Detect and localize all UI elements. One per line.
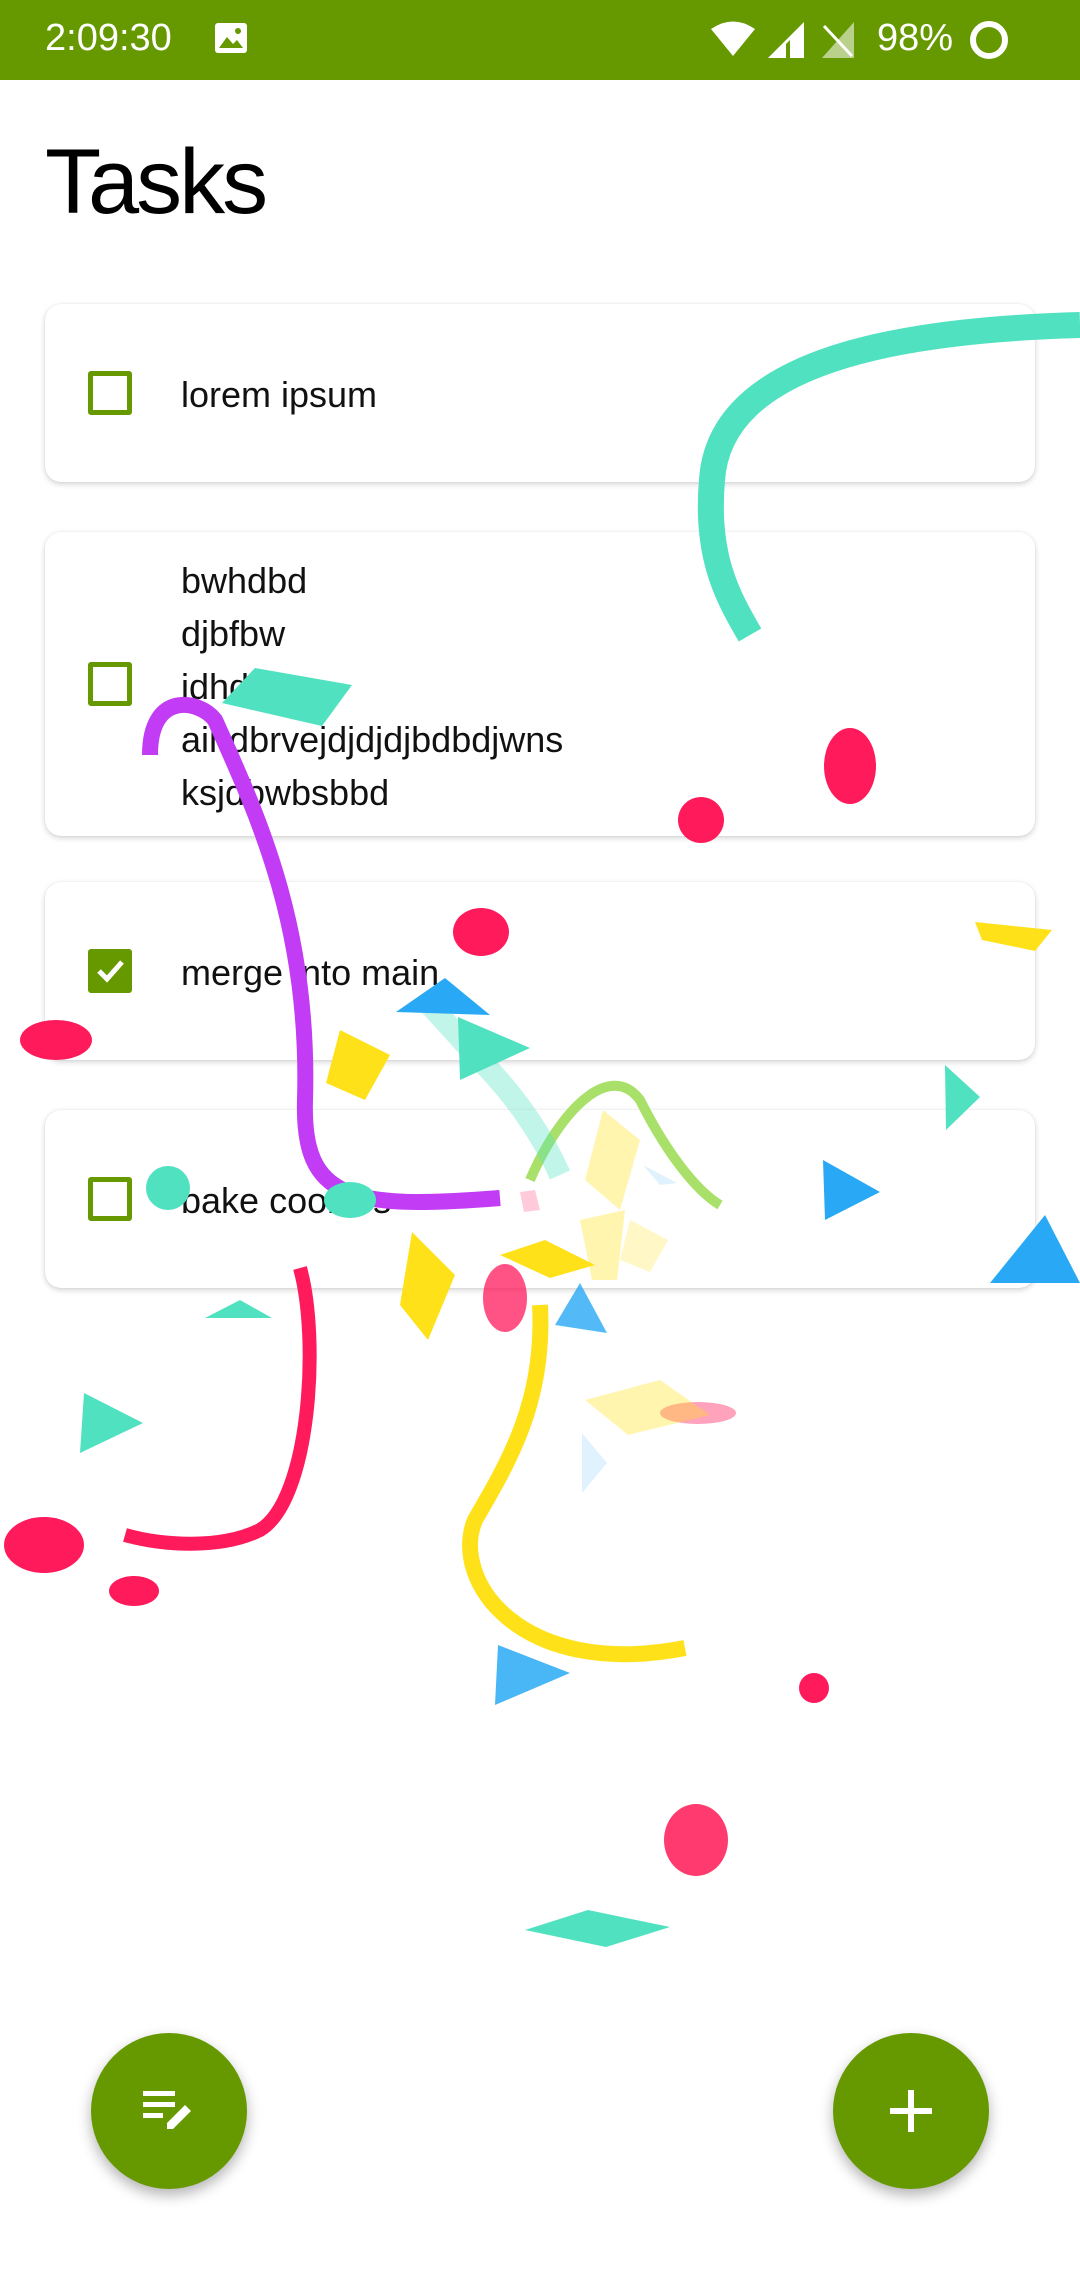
- task-card[interactable]: bake cookies: [45, 1110, 1035, 1288]
- task-line: ksjdbwbsbbd: [181, 772, 390, 813]
- edit-list-icon: [143, 2091, 191, 2129]
- task-checkbox[interactable]: [88, 1177, 132, 1221]
- task-title: bwhdbd djbfbw jdhd aihdbrvejdjdjdjbdbdjw…: [181, 554, 563, 819]
- no-sim-icon: [820, 20, 856, 65]
- battery-percent: 98%: [877, 17, 954, 59]
- task-line: bwhdbd: [181, 560, 308, 601]
- edit-tasks-button[interactable]: [91, 2033, 247, 2189]
- task-card[interactable]: lorem ipsum: [45, 304, 1035, 482]
- task-line: aihdbrvejdjdjdjbdbdjwns: [181, 719, 564, 760]
- task-title: lorem ipsum: [181, 374, 378, 415]
- task-checkbox[interactable]: [88, 662, 132, 706]
- task-card[interactable]: bwhdbd djbfbw jdhd aihdbrvejdjdjdjbdbdjw…: [45, 532, 1035, 836]
- task-line: jdhd: [181, 666, 250, 707]
- signal-icon: [766, 20, 806, 65]
- battery-ring-icon: [968, 19, 1010, 66]
- add-icon: [890, 2090, 932, 2132]
- check-icon: [97, 960, 124, 983]
- task-title: merge into main: [181, 952, 440, 993]
- task-checkbox-checked[interactable]: [88, 949, 132, 993]
- page-title: Tasks: [45, 131, 268, 233]
- wifi-icon: [710, 20, 756, 63]
- task-title: bake cookies: [181, 1180, 392, 1221]
- task-checkbox[interactable]: [88, 371, 132, 415]
- task-line: djbfbw: [181, 613, 286, 654]
- add-task-button[interactable]: [833, 2033, 989, 2189]
- status-bar: 2:09:30 98%: [0, 0, 1080, 80]
- status-time: 2:09:30: [45, 17, 172, 59]
- image-icon: [214, 22, 248, 59]
- task-card[interactable]: merge into main: [45, 882, 1035, 1060]
